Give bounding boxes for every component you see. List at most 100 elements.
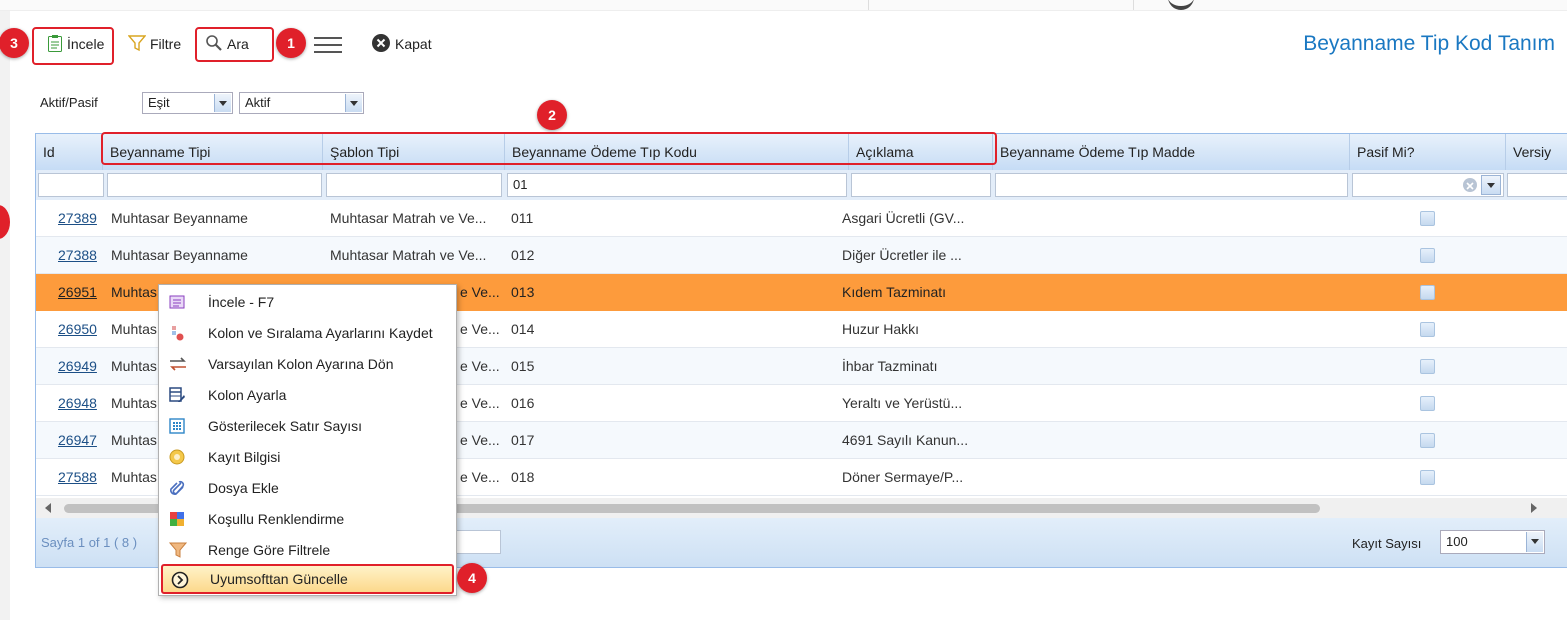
row-id-link[interactable]: 27388 — [58, 237, 97, 273]
kapat-label: Kapat — [395, 36, 432, 52]
pasif-checkbox[interactable] — [1420, 285, 1435, 300]
row-tip: Muhtas — [111, 284, 157, 300]
ara-label: Ara — [227, 36, 249, 52]
filter-pasif-select[interactable] — [1352, 173, 1504, 197]
row-sablon: e Ve... — [460, 284, 500, 300]
filter-aciklama-input[interactable] — [851, 173, 991, 197]
menu-item-kolon-ayarla[interactable]: Kolon Ayarla — [159, 380, 456, 410]
filtre-button[interactable]: Filtre — [127, 33, 182, 55]
menu-item-kaydet[interactable]: Kolon ve Sıralama Ayarlarını Kaydet — [159, 318, 456, 348]
clear-icon[interactable] — [1463, 178, 1477, 192]
row-kod: 015 — [511, 358, 535, 374]
kayit-sayisi-select[interactable]: 100 — [1440, 530, 1545, 554]
pasif-checkbox[interactable] — [1420, 359, 1435, 374]
left-edge — [0, 0, 10, 620]
filter-kod-input[interactable]: 01 — [507, 173, 847, 197]
filter-tip-input[interactable] — [107, 173, 322, 197]
menu-item-label: Renge Göre Filtrele — [208, 542, 331, 558]
column-header-id[interactable]: Id — [36, 134, 103, 170]
status-select[interactable]: Aktif — [239, 92, 364, 114]
filter-sablon-input[interactable] — [326, 173, 502, 197]
filter-id-input[interactable] — [38, 173, 104, 197]
menu-icon[interactable] — [314, 37, 342, 58]
row-kod: 018 — [511, 469, 535, 485]
kapat-button[interactable]: Kapat — [371, 33, 432, 55]
save-settings-icon — [169, 325, 185, 341]
row-kod: 011 — [511, 210, 534, 226]
chevron-down-icon[interactable] — [1481, 175, 1501, 195]
pasif-checkbox[interactable] — [1420, 433, 1435, 448]
row-kod: 012 — [511, 247, 535, 263]
menu-item-label: İncele - F7 — [208, 294, 275, 310]
top-bar — [0, 0, 1567, 11]
funnel-icon — [168, 542, 188, 558]
step-badge-2: 2 — [537, 100, 567, 130]
row-tip: Muhtas — [111, 469, 157, 485]
row-id-link[interactable]: 26950 — [58, 311, 97, 347]
pasif-checkbox[interactable] — [1420, 470, 1435, 485]
row-id-link[interactable]: 27588 — [58, 459, 97, 495]
aktif-pasif-label: Aktif/Pasif — [40, 95, 98, 110]
scroll-left-icon[interactable] — [45, 503, 51, 513]
pasif-checkbox[interactable] — [1420, 322, 1435, 337]
menu-item-satir-sayisi[interactable]: Gösterilecek Satır Sayısı — [159, 411, 456, 441]
column-header-odeme-tip-madde[interactable]: Beyanname Ödeme Tıp Madde — [993, 134, 1350, 170]
scroll-right-icon[interactable] — [1531, 503, 1537, 513]
menu-item-label: Uyumsofttan Güncelle — [210, 571, 348, 587]
row-id-link[interactable]: 26951 — [58, 274, 97, 310]
row-tip: Muhtas — [111, 395, 157, 411]
row-aciklama: 4691 Sayılı Kanun... — [842, 432, 969, 448]
table-row[interactable]: 27389 Muhtasar Beyanname Muhtasar Matrah… — [36, 200, 1567, 237]
kayit-sayisi-label: Kayıt Sayısı — [1352, 536, 1422, 551]
menu-item-incele[interactable]: İncele - F7 — [159, 287, 456, 317]
grid-rows-icon — [169, 418, 185, 434]
row-tip: Muhtas — [111, 432, 157, 448]
row-aciklama: Kıdem Tazminatı — [842, 284, 947, 300]
kayit-sayisi-value: 100 — [1446, 534, 1468, 549]
filtre-label: Filtre — [150, 36, 182, 52]
row-aciklama: Yeraltı ve Yerüstü... — [842, 395, 963, 411]
menu-item-dosya-ekle[interactable]: Dosya Ekle — [159, 473, 456, 503]
pasif-checkbox[interactable] — [1420, 211, 1435, 226]
menu-item-label: Gösterilecek Satır Sayısı — [208, 418, 363, 434]
menu-item-kayit-bilgisi[interactable]: Kayıt Bilgisi — [159, 442, 456, 472]
table-row[interactable]: 27388 Muhtasar Beyanname Muhtasar Matrah… — [36, 237, 1567, 274]
menu-item-varsayilan[interactable]: Varsayılan Kolon Ayarına Dön — [159, 349, 456, 379]
search-icon — [205, 34, 223, 55]
column-header-pasif-mi[interactable]: Pasif Mi? — [1350, 134, 1506, 170]
row-sablon: e Ve... — [460, 321, 500, 337]
context-menu: İncele - F7 Kolon ve Sıralama Ayarlarını… — [158, 284, 457, 596]
row-aciklama: Asgari Ücretli (GV... — [842, 210, 965, 226]
menu-item-label: Kolon ve Sıralama Ayarlarını Kaydet — [208, 325, 433, 341]
row-aciklama: İhbar Tazminatı — [842, 358, 938, 374]
row-tip: Muhtasar Beyanname — [111, 247, 248, 263]
page-input[interactable] — [456, 530, 501, 554]
step-badge-1: 1 — [276, 28, 306, 58]
ara-button[interactable]: Ara — [205, 33, 249, 55]
chevron-down-icon[interactable] — [345, 94, 362, 112]
menu-item-renge-gore[interactable]: Renge Göre Filtrele — [159, 535, 456, 565]
chevron-down-icon[interactable] — [214, 94, 231, 112]
menu-item-kosullu-renk[interactable]: Koşullu Renklendirme — [159, 504, 456, 534]
incele-button[interactable]: İncele — [47, 33, 104, 55]
row-id-link[interactable]: 26948 — [58, 385, 97, 421]
row-sablon: e Ve... — [460, 469, 500, 485]
row-sablon: e Ve... — [460, 358, 500, 374]
row-kod: 016 — [511, 395, 535, 411]
operator-value: Eşit — [148, 95, 170, 110]
menu-item-uyumsoft-guncelle[interactable]: Uyumsofttan Güncelle — [161, 564, 454, 594]
chevron-down-icon[interactable] — [1526, 532, 1543, 552]
row-id-link[interactable]: 27389 — [58, 200, 97, 236]
column-header-versiyon[interactable]: Versiy — [1506, 134, 1567, 170]
row-id-link[interactable]: 26947 — [58, 422, 97, 458]
row-id-link[interactable]: 26949 — [58, 348, 97, 384]
filter-versiyon-input[interactable] — [1507, 173, 1567, 197]
operator-select[interactable]: Eşit — [142, 92, 233, 114]
filter-madde-input[interactable] — [995, 173, 1348, 197]
pasif-checkbox[interactable] — [1420, 248, 1435, 263]
row-aciklama: Döner Sermaye/P... — [842, 469, 964, 485]
incele-label: İncele — [67, 36, 105, 52]
pasif-checkbox[interactable] — [1420, 396, 1435, 411]
grid-filter-row: 01 — [36, 170, 1567, 200]
step-badge-3: 3 — [0, 28, 29, 58]
